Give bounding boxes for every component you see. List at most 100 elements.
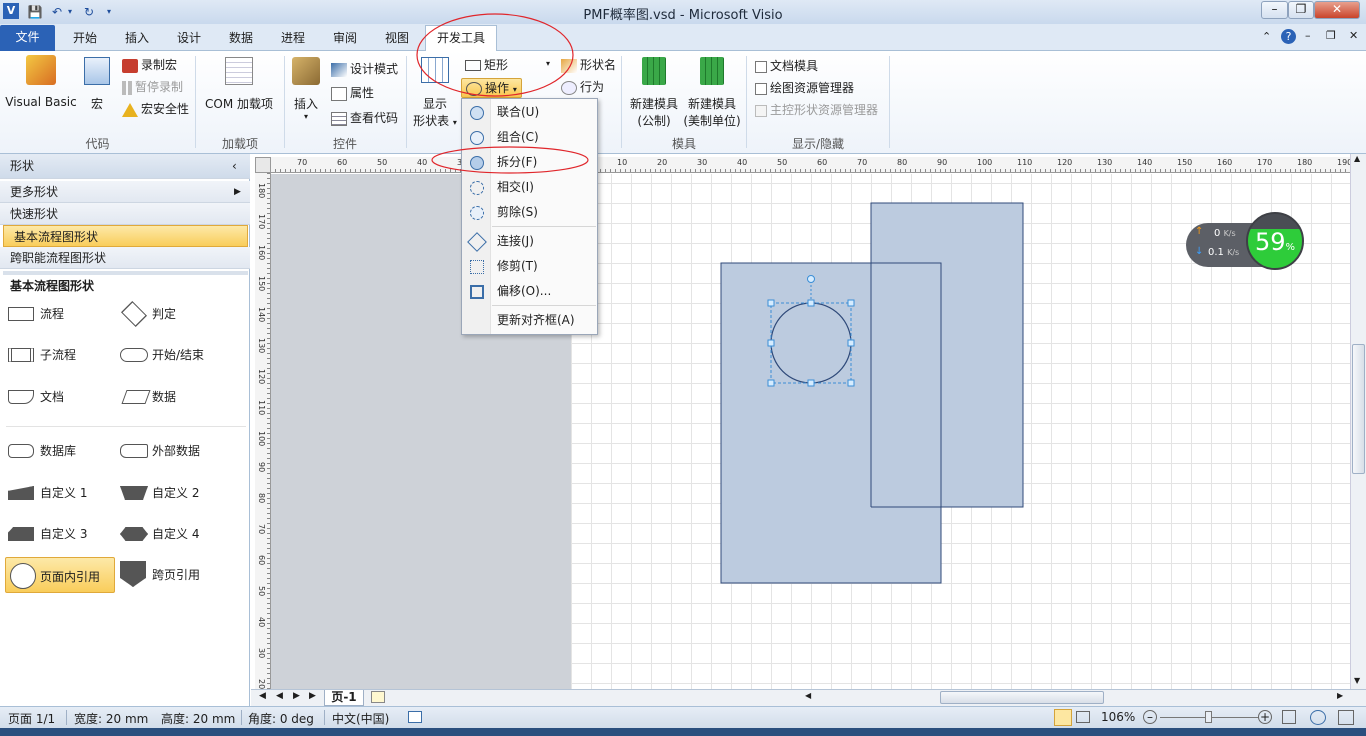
collapse-panel-icon[interactable]: ‹ xyxy=(232,154,237,179)
status-angle[interactable]: 角度: 0 deg xyxy=(248,710,314,727)
stencil-custom-1[interactable]: 自定义 1 xyxy=(8,481,108,505)
view-code-button[interactable]: 查看代码 xyxy=(331,109,398,126)
stencil-process[interactable]: 流程 xyxy=(8,302,108,326)
zoom-level[interactable]: 106% xyxy=(1101,710,1135,724)
close-button[interactable]: ✕ xyxy=(1314,1,1360,19)
menu-item-update-alignment-box[interactable]: 更新对齐框(A) xyxy=(463,308,596,333)
tab-insert[interactable]: 插入 xyxy=(115,28,159,51)
zoom-in-icon[interactable]: + xyxy=(1258,710,1272,724)
show-shapesheet-button[interactable]: 显示 形状表 ▾ xyxy=(410,55,460,131)
scroll-down-icon[interactable]: ▼ xyxy=(1354,676,1360,685)
macro-security-button[interactable]: 宏安全性 xyxy=(122,100,189,117)
stencil-custom-4[interactable]: 自定义 4 xyxy=(120,522,220,546)
tab-home[interactable]: 开始 xyxy=(63,28,107,51)
menu-item-trim[interactable]: 修剪(T) xyxy=(463,254,596,279)
cross-functional-item[interactable]: 跨职能流程图形状 xyxy=(0,247,250,269)
menu-item-join[interactable]: 连接(J) xyxy=(463,229,596,254)
pan-zoom-icon[interactable] xyxy=(1310,710,1326,725)
h-scroll-thumb[interactable] xyxy=(940,691,1104,704)
behavior-button[interactable]: 行为 xyxy=(561,78,604,95)
scroll-up-icon[interactable]: ▲ xyxy=(1354,154,1360,163)
menu-item-union[interactable]: 联合(U) xyxy=(463,100,596,125)
visual-basic-button[interactable]: Visual Basic xyxy=(5,55,77,111)
vertical-scrollbar[interactable]: ▲ ▼ xyxy=(1350,154,1366,689)
prev-page-icon[interactable]: ◀ xyxy=(276,691,283,701)
record-macro-button[interactable]: 录制宏 xyxy=(122,56,177,73)
stencil-decision[interactable]: 判定 xyxy=(120,300,220,328)
tab-review[interactable]: 审阅 xyxy=(323,28,367,51)
menu-item-fragment[interactable]: 拆分(F) xyxy=(463,150,596,175)
stencil-data[interactable]: 数据 xyxy=(120,385,220,409)
insert-page-icon[interactable] xyxy=(371,691,385,703)
last-page-icon[interactable]: ▶ xyxy=(309,691,316,701)
tab-file[interactable]: 文件 xyxy=(0,25,55,51)
quick-shapes-item[interactable]: 快速形状 xyxy=(0,203,250,225)
menu-item-combine[interactable]: 组合(C) xyxy=(463,125,596,150)
macro-record-status-icon[interactable] xyxy=(408,711,422,723)
operations-menu: 联合(U) 组合(C) 拆分(F) 相交(I) 剪除(S) 连接(J) 修剪(T… xyxy=(461,98,598,335)
com-addins-button[interactable]: COM 加载项 xyxy=(200,55,278,111)
status-height[interactable]: 高度: 20 mm xyxy=(161,710,235,727)
insert-control-button[interactable]: 插入 ▾ xyxy=(288,55,324,127)
restore-button[interactable]: ❐ xyxy=(1288,1,1314,19)
stencil-document[interactable]: 文档 xyxy=(8,385,108,409)
stencil-subprocess[interactable]: 子流程 xyxy=(8,343,108,367)
tab-design[interactable]: 设计 xyxy=(167,28,211,51)
help-icon[interactable]: ? xyxy=(1281,29,1296,44)
design-mode-button[interactable]: 设计模式 xyxy=(331,60,398,77)
minimize-ribbon-icon[interactable]: ⌃ xyxy=(1262,30,1271,43)
status-width[interactable]: 宽度: 20 mm xyxy=(74,710,148,727)
stencil-on-page-reference[interactable]: 页面内引用 xyxy=(5,557,115,593)
circle-shape[interactable] xyxy=(770,302,852,384)
doc-minimize-icon[interactable]: – xyxy=(1305,29,1311,42)
rectangle-button[interactable]: 矩形 xyxy=(465,56,508,73)
stencil-database[interactable]: 数据库 xyxy=(8,439,108,463)
master-explorer-checkbox[interactable]: 主控形状资源管理器 xyxy=(755,101,878,118)
properties-button[interactable]: 属性 xyxy=(331,84,374,101)
doc-restore-icon[interactable]: ❐ xyxy=(1326,29,1336,42)
next-page-icon[interactable]: ▶ xyxy=(293,691,300,701)
rectangle-dropdown-icon[interactable]: ▾ xyxy=(546,59,550,68)
scroll-right-icon[interactable]: ▶ xyxy=(1337,691,1343,700)
drawing-explorer-checkbox[interactable]: 绘图资源管理器 xyxy=(755,79,854,96)
horizontal-scrollbar[interactable]: ◀ ▶ xyxy=(797,691,1350,705)
menu-item-intersect[interactable]: 相交(I) xyxy=(463,175,596,200)
minimize-button[interactable]: – xyxy=(1261,1,1288,19)
pause-recording-button[interactable]: 暂停录制 xyxy=(122,78,183,95)
menu-item-offset[interactable]: 偏移(O)... xyxy=(463,279,596,304)
presentation-mode-icon[interactable] xyxy=(1076,711,1090,723)
first-page-icon[interactable]: ◀ xyxy=(259,691,266,701)
status-page[interactable]: 页面 1/1 xyxy=(8,710,55,727)
fit-to-window-icon[interactable] xyxy=(1282,710,1296,724)
tab-data[interactable]: 数据 xyxy=(219,28,263,51)
zoom-out-icon[interactable]: – xyxy=(1143,710,1157,724)
stencil-custom-3[interactable]: 自定义 3 xyxy=(8,522,108,546)
basic-flowchart-item[interactable]: 基本流程图形状 xyxy=(3,225,248,247)
rotation-handle[interactable] xyxy=(807,275,815,283)
stencil-external-data[interactable]: 外部数据 xyxy=(120,439,220,463)
scroll-thumb[interactable] xyxy=(1352,344,1365,474)
status-language[interactable]: 中文(中国) xyxy=(332,710,389,727)
tab-process[interactable]: 进程 xyxy=(271,28,315,51)
new-stencil-metric-button[interactable]: 新建模具 (公制) xyxy=(626,55,682,131)
shape-name-button[interactable]: 形状名 xyxy=(561,56,616,73)
stencil-start-end[interactable]: 开始/结束 xyxy=(120,343,220,367)
stencil-off-page-reference[interactable]: 跨页引用 xyxy=(120,561,220,587)
zoom-slider-thumb[interactable] xyxy=(1205,711,1212,723)
menu-item-subtract[interactable]: 剪除(S) xyxy=(463,200,596,225)
tab-developer[interactable]: 开发工具 xyxy=(425,25,497,52)
page-tab[interactable]: 页-1 xyxy=(324,690,364,706)
tab-view[interactable]: 视图 xyxy=(375,28,419,51)
doc-stencil-checkbox[interactable]: 文档模具 xyxy=(755,57,818,74)
more-shapes-item[interactable]: 更多形状 ▶ xyxy=(0,181,250,203)
new-stencil-us-button[interactable]: 新建模具 (美制单位) xyxy=(683,55,741,131)
switch-windows-icon[interactable] xyxy=(1338,710,1354,725)
doc-close-icon[interactable]: ✕ xyxy=(1349,29,1358,42)
stencil-custom-2[interactable]: 自定义 2 xyxy=(120,481,220,505)
scroll-left-icon[interactable]: ◀ xyxy=(805,691,811,700)
ruler-tick-label: 120 xyxy=(257,369,266,385)
full-screen-icon[interactable] xyxy=(1054,709,1072,726)
macros-button[interactable]: 宏 xyxy=(82,55,112,111)
network-speed-widget[interactable]: ↑ 0 K/s ↓ 0.1 K/s 59% xyxy=(1186,212,1304,270)
operations-button[interactable]: 操作 ▾ xyxy=(461,78,522,98)
